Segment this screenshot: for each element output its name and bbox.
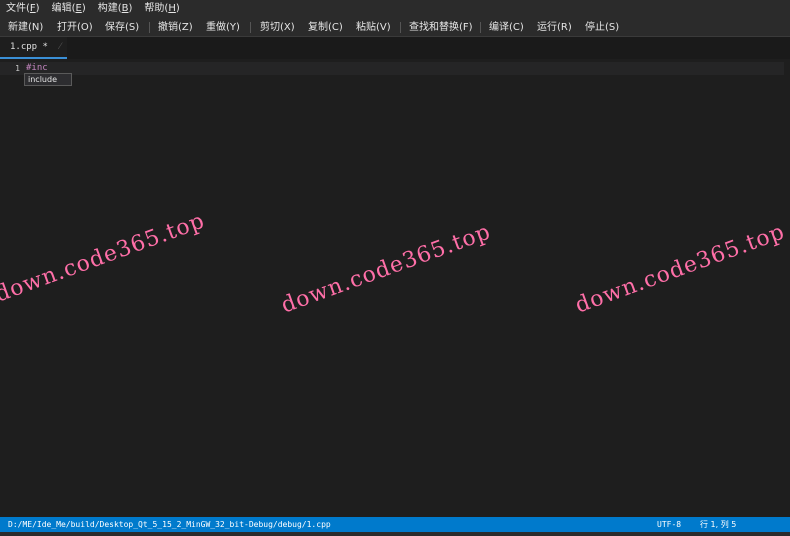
- app-window: 文件(F) 编辑(E) 构建(B) 帮助(H) 新建(N) 打开(O) 保存(S…: [0, 0, 790, 536]
- tab-label: 1.cpp *: [10, 42, 48, 52]
- menu-file[interactable]: 文件(F): [6, 0, 40, 18]
- toolbar-separator: [250, 22, 251, 33]
- code-editor[interactable]: 1 #inc: [0, 59, 790, 517]
- menu-edit[interactable]: 编辑(E): [52, 0, 86, 18]
- autocomplete-item[interactable]: include: [24, 73, 72, 86]
- copy-button[interactable]: 复制(C): [308, 18, 343, 37]
- menu-build[interactable]: 构建(B): [98, 0, 133, 18]
- toolbar: 新建(N) 打开(O) 保存(S) 撤销(Z) 重做(Y) 剪切(X) 复制(C…: [0, 18, 790, 37]
- window-bottom-edge: [0, 532, 790, 536]
- current-line-highlight: [0, 62, 790, 75]
- tab-file[interactable]: 1.cpp * ⁄: [0, 37, 67, 59]
- encoding-label: UTF-8: [657, 520, 682, 529]
- file-path: D:/ME/Ide_Me/build/Desktop_Qt_5_15_2_Min…: [8, 520, 331, 529]
- save-button[interactable]: 保存(S): [105, 18, 139, 37]
- tab-bar: 1.cpp * ⁄: [0, 37, 790, 59]
- run-button[interactable]: 运行(R): [537, 18, 572, 37]
- cut-button[interactable]: 剪切(X): [260, 18, 295, 37]
- menu-help[interactable]: 帮助(H): [144, 0, 179, 18]
- toolbar-separator: [149, 22, 150, 33]
- toolbar-separator: [400, 22, 401, 33]
- compile-button[interactable]: 编译(C): [489, 18, 524, 37]
- toolbar-separator: [480, 22, 481, 33]
- menu-bar: 文件(F) 编辑(E) 构建(B) 帮助(H): [0, 0, 790, 18]
- redo-button[interactable]: 重做(Y): [206, 18, 240, 37]
- open-button[interactable]: 打开(O): [57, 18, 93, 37]
- stop-button[interactable]: 停止(S): [585, 18, 619, 37]
- find-replace-button[interactable]: 查找和替换(F): [409, 18, 473, 37]
- close-icon[interactable]: ⁄: [59, 37, 61, 57]
- vertical-scrollbar[interactable]: [784, 59, 790, 517]
- line-number: 1: [15, 64, 20, 73]
- status-bar: D:/ME/Ide_Me/build/Desktop_Qt_5_15_2_Min…: [0, 517, 790, 532]
- cursor-position: 行 1, 列 5: [700, 520, 737, 529]
- undo-button[interactable]: 撤销(Z): [158, 18, 193, 37]
- paste-button[interactable]: 粘贴(V): [356, 18, 391, 37]
- new-button[interactable]: 新建(N): [8, 18, 43, 37]
